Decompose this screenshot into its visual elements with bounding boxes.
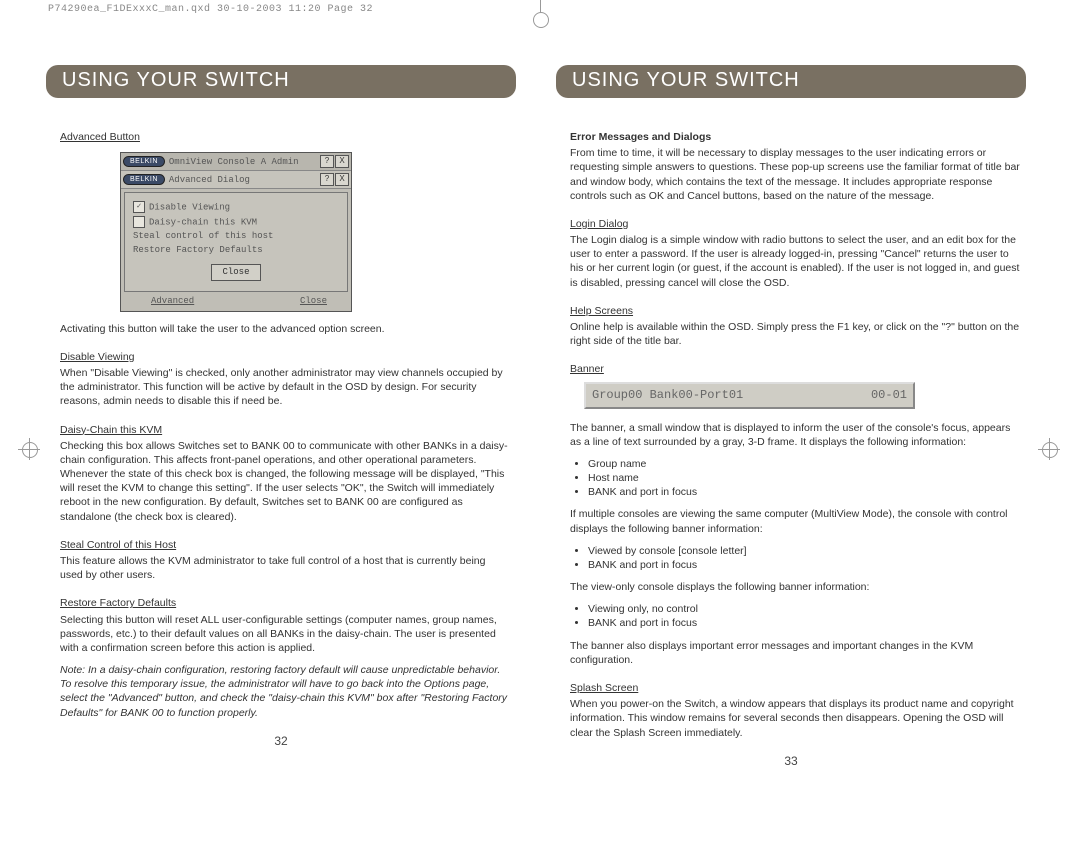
help-icon: ?: [320, 155, 334, 168]
text-error-messages: From time to time, it will be necessary …: [570, 146, 1020, 203]
dialog-title-text: OmniView Console A Admin: [169, 156, 320, 168]
checkbox-icon: [133, 216, 145, 228]
text-banner-errors: The banner also displays important error…: [570, 639, 1020, 667]
banner-right-text: 00-01: [871, 387, 907, 403]
close-link: Close: [300, 295, 327, 307]
bullet-list-1: Group name Host name BANK and port in fo…: [588, 457, 1020, 500]
page-left: USING YOUR SWITCH Advanced Button BELKIN…: [46, 65, 516, 768]
text-banner-intro: The banner, a small window that is displ…: [570, 421, 1020, 449]
registration-circle-top: [533, 12, 549, 28]
registration-mark-right: [1038, 438, 1060, 460]
checkbox-daisy-chain: Daisy-chain this KVM: [133, 216, 339, 229]
heading-banner: Banner: [570, 362, 604, 376]
text-daisy-chain: Checking this box allows Switches set to…: [60, 439, 510, 524]
close-icon: X: [335, 173, 349, 186]
dialog-inner-titlebar: BELKIN Advanced Dialog ? X: [121, 171, 351, 189]
list-item: Group name: [588, 457, 1020, 471]
text-splash-screen: When you power-on the Switch, a window a…: [570, 697, 1020, 740]
heading-steal-control: Steal Control of this Host: [60, 538, 176, 552]
text-disable-viewing: When "Disable Viewing" is checked, only …: [60, 366, 510, 409]
list-item: BANK and port in focus: [588, 558, 1020, 572]
section-header-right: USING YOUR SWITCH: [556, 65, 1026, 98]
heading-help-screens: Help Screens: [570, 304, 633, 318]
help-icon: ?: [320, 173, 334, 186]
text-login-dialog: The Login dialog is a simple window with…: [570, 233, 1020, 290]
belkin-logo-inner: BELKIN: [123, 174, 165, 185]
option-steal-control: Steal control of this host: [133, 230, 339, 242]
text-help-screens: Online help is available within the OSD.…: [570, 320, 1020, 348]
dialog-body: ✓Disable Viewing Daisy-chain this KVM St…: [124, 192, 348, 291]
text-steal-control: This feature allows the KVM administrato…: [60, 554, 510, 582]
page-right-body: Error Messages and Dialogs From time to …: [556, 124, 1026, 740]
banner-screenshot: Group00 Bank00-Port01 00-01: [584, 382, 915, 408]
list-item: Viewed by console [console letter]: [588, 544, 1020, 558]
close-button: Close: [211, 264, 260, 280]
page-left-body: Advanced Button BELKIN OmniView Console …: [46, 124, 516, 720]
heading-login-dialog: Login Dialog: [570, 217, 628, 231]
page-number-right: 33: [556, 754, 1026, 768]
page-spread: USING YOUR SWITCH Advanced Button BELKIN…: [0, 15, 1080, 768]
option-restore-defaults: Restore Factory Defaults: [133, 244, 339, 256]
list-item: Viewing only, no control: [588, 602, 1020, 616]
heading-daisy-chain: Daisy-Chain this KVM: [60, 423, 162, 437]
heading-advanced-button: Advanced Button: [60, 130, 140, 144]
dialog-inner-title: Advanced Dialog: [169, 174, 320, 186]
checkbox-icon: ✓: [133, 201, 145, 213]
text-activating: Activating this button will take the use…: [60, 322, 510, 336]
banner-left-text: Group00 Bank00-Port01: [592, 387, 743, 403]
bullet-list-2: Viewed by console [console letter] BANK …: [588, 544, 1020, 572]
advanced-link: Advanced: [151, 295, 194, 307]
advanced-dialog-screenshot: BELKIN OmniView Console A Admin ? X BELK…: [120, 152, 352, 312]
heading-error-messages: Error Messages and Dialogs: [570, 130, 711, 144]
belkin-logo: BELKIN: [123, 156, 165, 167]
page-right: USING YOUR SWITCH Error Messages and Dia…: [556, 65, 1026, 768]
page-number-left: 32: [46, 734, 516, 748]
checkbox-disable-viewing: ✓Disable Viewing: [133, 201, 339, 214]
heading-disable-viewing: Disable Viewing: [60, 350, 135, 364]
close-icon: X: [335, 155, 349, 168]
bullet-list-3: Viewing only, no control BANK and port i…: [588, 602, 1020, 630]
registration-mark-left: [18, 438, 40, 460]
text-banner-viewonly: The view-only console displays the follo…: [570, 580, 1020, 594]
section-header-left: USING YOUR SWITCH: [46, 65, 516, 98]
text-banner-multiview: If multiple consoles are viewing the sam…: [570, 507, 1020, 535]
text-restore-defaults: Selecting this button will reset ALL use…: [60, 613, 510, 656]
list-item: BANK and port in focus: [588, 485, 1020, 499]
list-item: Host name: [588, 471, 1020, 485]
list-item: BANK and port in focus: [588, 616, 1020, 630]
dialog-footer: Advanced Close: [121, 295, 351, 311]
heading-splash-screen: Splash Screen: [570, 681, 638, 695]
note-daisy-chain: Note: In a daisy-chain configuration, re…: [60, 663, 510, 720]
dialog-outer-titlebar: BELKIN OmniView Console A Admin ? X: [121, 153, 351, 171]
heading-restore-defaults: Restore Factory Defaults: [60, 596, 176, 610]
